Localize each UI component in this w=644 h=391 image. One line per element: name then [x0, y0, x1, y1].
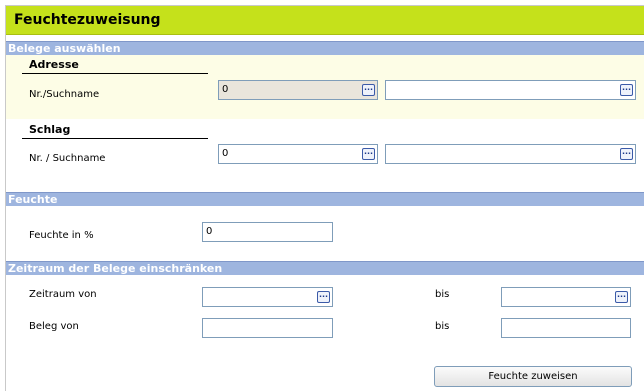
adresse-label: Nr./Suchname	[29, 89, 100, 100]
schlag-divider	[22, 138, 208, 139]
section-header-feuchte: Feuchte	[6, 192, 644, 206]
adresse-heading: Adresse	[29, 58, 79, 71]
beleg-bis-field[interactable]	[501, 318, 631, 338]
section-header-belege: Belege auswählen	[6, 41, 644, 55]
schlag-nr-field[interactable]: 0 ...	[218, 144, 378, 164]
section-title-belege: Belege auswählen	[8, 42, 121, 55]
page-title: Feuchtezuweisung	[14, 12, 161, 28]
beleg-von-label: Beleg von	[29, 321, 79, 332]
schlag-name-lookup-button[interactable]: ...	[620, 148, 633, 160]
schlag-nr-value: 0	[222, 148, 229, 159]
feuchte-panel: Feuchte in % 0	[6, 206, 644, 258]
zeitraum-von-date-button[interactable]: ...	[317, 291, 330, 303]
adresse-nr-value: 0	[222, 84, 229, 95]
schlag-heading: Schlag	[29, 123, 71, 136]
beleg-bis-label: bis	[435, 321, 450, 332]
section-title-feuchte: Feuchte	[8, 193, 58, 206]
feuchte-value: 0	[206, 226, 213, 237]
adresse-name-lookup-button[interactable]: ...	[620, 84, 633, 96]
schlag-label: Nr. / Suchname	[29, 153, 106, 164]
schlag-nr-lookup-button[interactable]: ...	[362, 148, 375, 160]
zeitraum-bis-field[interactable]: ...	[501, 287, 631, 307]
feuchte-zuweisen-button[interactable]: Feuchte zuweisen	[434, 366, 632, 387]
feuchte-field[interactable]: 0	[202, 222, 333, 242]
zeitraum-bis-label: bis	[435, 289, 450, 300]
zeitraum-von-label: Zeitraum von	[29, 289, 97, 300]
adresse-nr-field[interactable]: 0 ...	[218, 80, 378, 100]
zeitraum-von-field[interactable]: ...	[202, 287, 333, 307]
zeitraum-panel: Zeitraum von ... bis ... Beleg von bis F…	[6, 275, 644, 391]
zeitraum-bis-date-button[interactable]: ...	[615, 291, 628, 303]
section-title-zeitraum: Zeitraum der Belege einschränken	[8, 262, 223, 275]
schlag-panel: Schlag Nr. / Suchname 0 ... ...	[6, 119, 644, 186]
beleg-von-field[interactable]	[202, 318, 333, 338]
adresse-name-field[interactable]: ...	[385, 80, 636, 100]
belege-panel: Adresse Nr./Suchname 0 ... ... Schlag Nr…	[6, 55, 644, 186]
title-bar: Feuchtezuweisung	[6, 6, 644, 35]
adresse-divider	[22, 73, 208, 74]
section-header-zeitraum: Zeitraum der Belege einschränken	[6, 261, 644, 275]
feuchte-label: Feuchte in %	[29, 230, 94, 241]
adresse-nr-lookup-button[interactable]: ...	[362, 84, 375, 96]
schlag-name-field[interactable]: ...	[385, 144, 636, 164]
